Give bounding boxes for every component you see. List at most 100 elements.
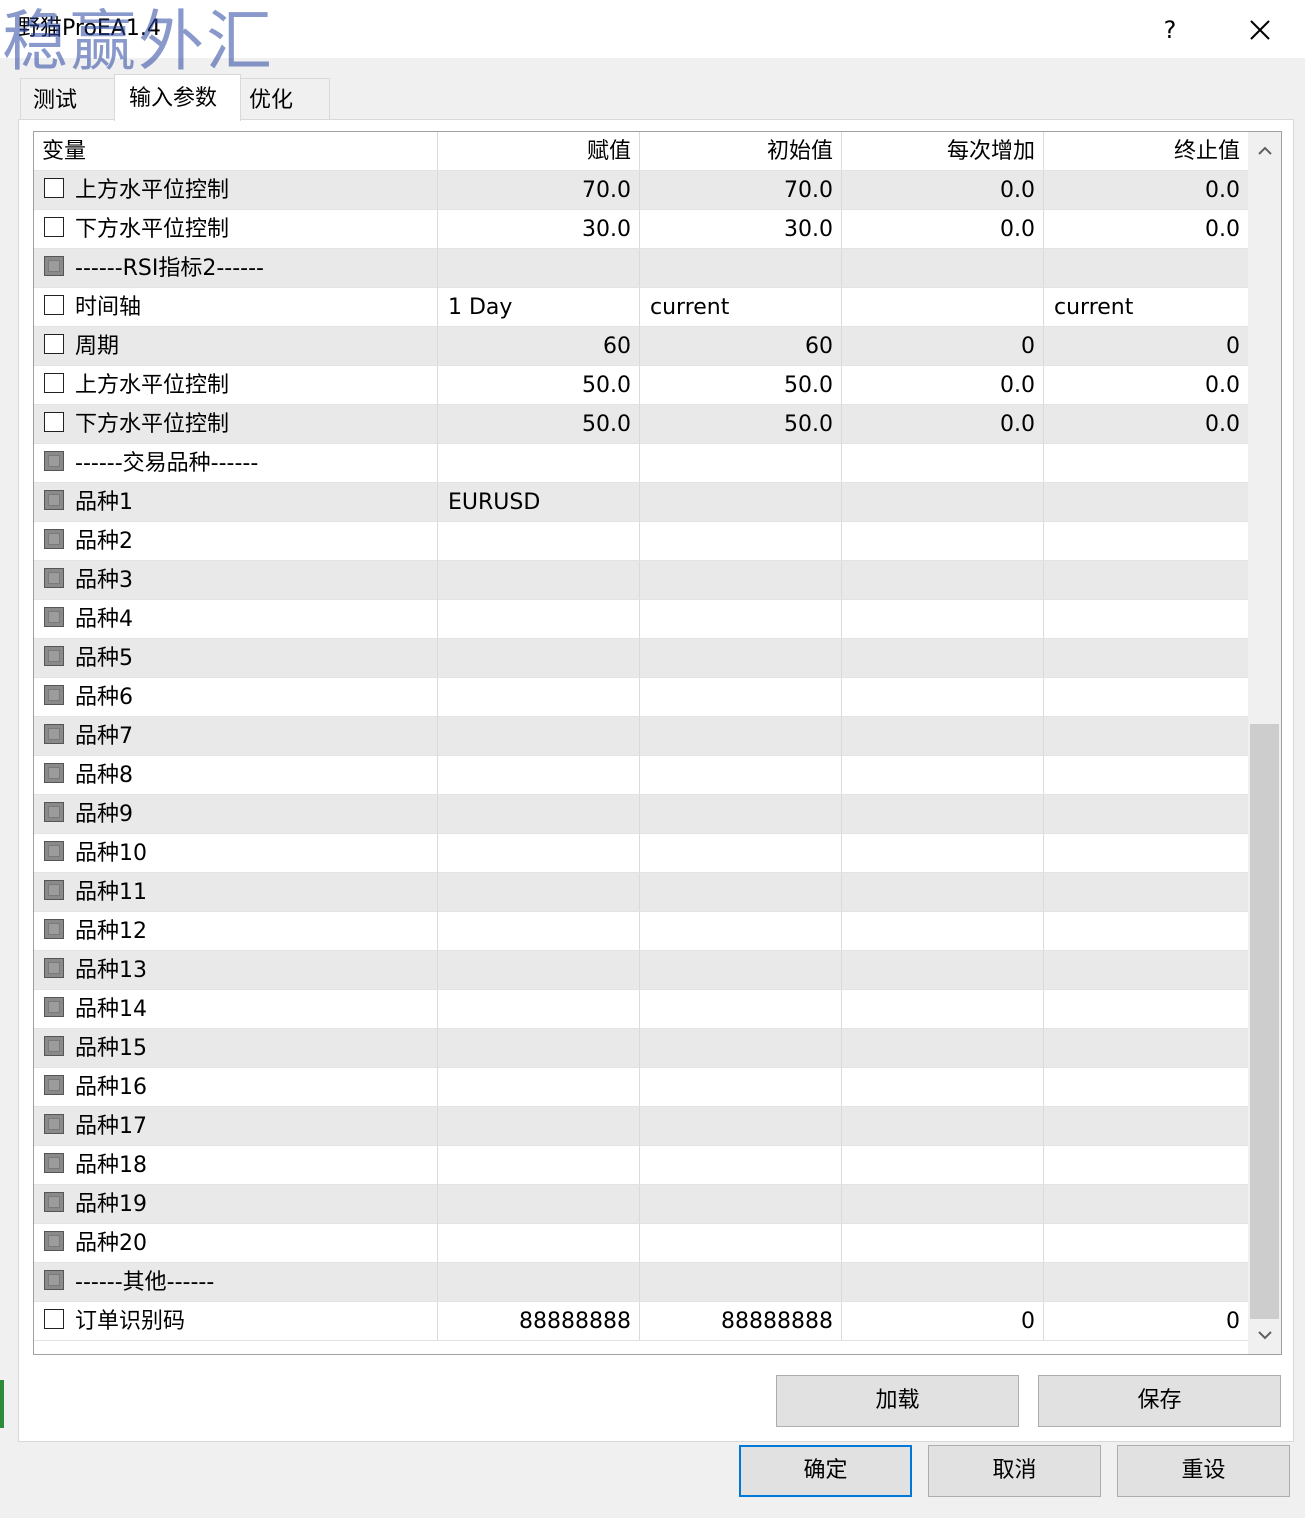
row-value-cell[interactable] <box>438 249 640 287</box>
row-step-cell[interactable]: 0 <box>842 1302 1044 1340</box>
table-row[interactable]: ------RSI指标2------ <box>34 249 1248 288</box>
table-row[interactable]: 品种11 <box>34 873 1248 912</box>
table-row[interactable]: 品种17 <box>34 1107 1248 1146</box>
row-start-cell[interactable] <box>640 795 842 833</box>
row-stop-cell[interactable] <box>1044 678 1248 716</box>
scroll-down-button[interactable] <box>1248 1316 1281 1354</box>
scroll-up-button[interactable] <box>1248 132 1281 170</box>
row-step-cell[interactable] <box>842 249 1044 287</box>
row-step-cell[interactable]: 0.0 <box>842 366 1044 404</box>
table-row[interactable]: ------其他------ <box>34 1263 1248 1302</box>
row-start-cell[interactable] <box>640 639 842 677</box>
row-value-cell[interactable] <box>438 1185 640 1223</box>
row-step-cell[interactable] <box>842 912 1044 950</box>
row-step-cell[interactable] <box>842 756 1044 794</box>
table-row[interactable]: 品种6 <box>34 678 1248 717</box>
row-stop-cell[interactable] <box>1044 1263 1248 1301</box>
row-start-cell[interactable] <box>640 1224 842 1262</box>
table-row[interactable]: 品种14 <box>34 990 1248 1029</box>
row-start-cell[interactable] <box>640 600 842 638</box>
save-button[interactable]: 保存 <box>1038 1375 1281 1427</box>
row-value-cell[interactable] <box>438 522 640 560</box>
table-row[interactable]: 下方水平位控制 50.0 50.0 0.0 0.0 <box>34 405 1248 444</box>
row-start-cell[interactable]: current <box>640 288 842 326</box>
row-checkbox[interactable] <box>44 334 64 354</box>
table-row[interactable]: 上方水平位控制 50.0 50.0 0.0 0.0 <box>34 366 1248 405</box>
row-value-cell[interactable] <box>438 873 640 911</box>
table-row[interactable]: 品种5 <box>34 639 1248 678</box>
row-step-cell[interactable] <box>842 1146 1044 1184</box>
vertical-scrollbar[interactable] <box>1248 132 1281 1354</box>
row-start-cell[interactable]: 50.0 <box>640 366 842 404</box>
row-start-cell[interactable]: 70.0 <box>640 171 842 209</box>
row-value-cell[interactable] <box>438 756 640 794</box>
row-step-cell[interactable] <box>842 834 1044 872</box>
row-value-cell[interactable]: 50.0 <box>438 405 640 443</box>
row-step-cell[interactable] <box>842 561 1044 599</box>
row-start-cell[interactable] <box>640 1146 842 1184</box>
row-step-cell[interactable] <box>842 639 1044 677</box>
row-value-cell[interactable] <box>438 951 640 989</box>
row-stop-cell[interactable] <box>1044 1068 1248 1106</box>
row-checkbox[interactable] <box>44 1309 64 1329</box>
table-row[interactable]: 品种1 EURUSD <box>34 483 1248 522</box>
row-stop-cell[interactable] <box>1044 1146 1248 1184</box>
row-stop-cell[interactable] <box>1044 1107 1248 1145</box>
row-step-cell[interactable] <box>842 522 1044 560</box>
table-row[interactable]: 品种8 <box>34 756 1248 795</box>
row-stop-cell[interactable] <box>1044 795 1248 833</box>
row-stop-cell[interactable] <box>1044 249 1248 287</box>
row-stop-cell[interactable] <box>1044 1029 1248 1067</box>
row-step-cell[interactable] <box>842 873 1044 911</box>
table-row[interactable]: 订单识别码 88888888 88888888 0 0 <box>34 1302 1248 1341</box>
row-stop-cell[interactable]: 0.0 <box>1044 366 1248 404</box>
row-step-cell[interactable] <box>842 288 1044 326</box>
cancel-button[interactable]: 取消 <box>928 1445 1101 1497</box>
row-step-cell[interactable] <box>842 483 1044 521</box>
scrollbar-thumb[interactable] <box>1250 724 1279 1319</box>
table-row[interactable]: 上方水平位控制 70.0 70.0 0.0 0.0 <box>34 171 1248 210</box>
header-variable[interactable]: 变量 <box>34 132 438 170</box>
row-value-cell[interactable]: 88888888 <box>438 1302 640 1340</box>
row-value-cell[interactable] <box>438 561 640 599</box>
tab-test[interactable]: 测试 <box>20 78 115 120</box>
row-value-cell[interactable] <box>438 1146 640 1184</box>
table-row[interactable]: 品种19 <box>34 1185 1248 1224</box>
row-stop-cell[interactable] <box>1044 873 1248 911</box>
row-step-cell[interactable] <box>842 444 1044 482</box>
table-row[interactable]: 品种10 <box>34 834 1248 873</box>
row-value-cell[interactable] <box>438 600 640 638</box>
row-step-cell[interactable] <box>842 1224 1044 1262</box>
row-value-cell[interactable] <box>438 1263 640 1301</box>
row-stop-cell[interactable] <box>1044 522 1248 560</box>
row-value-cell[interactable] <box>438 990 640 1028</box>
row-start-cell[interactable] <box>640 1263 842 1301</box>
header-start[interactable]: 初始值 <box>640 132 842 170</box>
row-start-cell[interactable] <box>640 834 842 872</box>
row-step-cell[interactable] <box>842 990 1044 1028</box>
row-start-cell[interactable]: 88888888 <box>640 1302 842 1340</box>
row-step-cell[interactable] <box>842 951 1044 989</box>
table-row[interactable]: 下方水平位控制 30.0 30.0 0.0 0.0 <box>34 210 1248 249</box>
row-stop-cell[interactable] <box>1044 834 1248 872</box>
row-start-cell[interactable] <box>640 1185 842 1223</box>
row-step-cell[interactable] <box>842 678 1044 716</box>
row-stop-cell[interactable] <box>1044 444 1248 482</box>
row-stop-cell[interactable] <box>1044 912 1248 950</box>
row-start-cell[interactable] <box>640 990 842 1028</box>
row-step-cell[interactable]: 0.0 <box>842 210 1044 248</box>
row-start-cell[interactable]: 60 <box>640 327 842 365</box>
row-start-cell[interactable] <box>640 1029 842 1067</box>
header-value[interactable]: 赋值 <box>438 132 640 170</box>
table-row[interactable]: 品种18 <box>34 1146 1248 1185</box>
row-stop-cell[interactable] <box>1044 600 1248 638</box>
row-value-cell[interactable]: 30.0 <box>438 210 640 248</box>
header-step[interactable]: 每次增加 <box>842 132 1044 170</box>
row-start-cell[interactable] <box>640 756 842 794</box>
row-step-cell[interactable] <box>842 717 1044 755</box>
row-value-cell[interactable]: 60 <box>438 327 640 365</box>
row-value-cell[interactable]: EURUSD <box>438 483 640 521</box>
table-row[interactable]: 品种7 <box>34 717 1248 756</box>
table-row[interactable]: 时间轴 1 Day current current <box>34 288 1248 327</box>
row-step-cell[interactable] <box>842 1029 1044 1067</box>
